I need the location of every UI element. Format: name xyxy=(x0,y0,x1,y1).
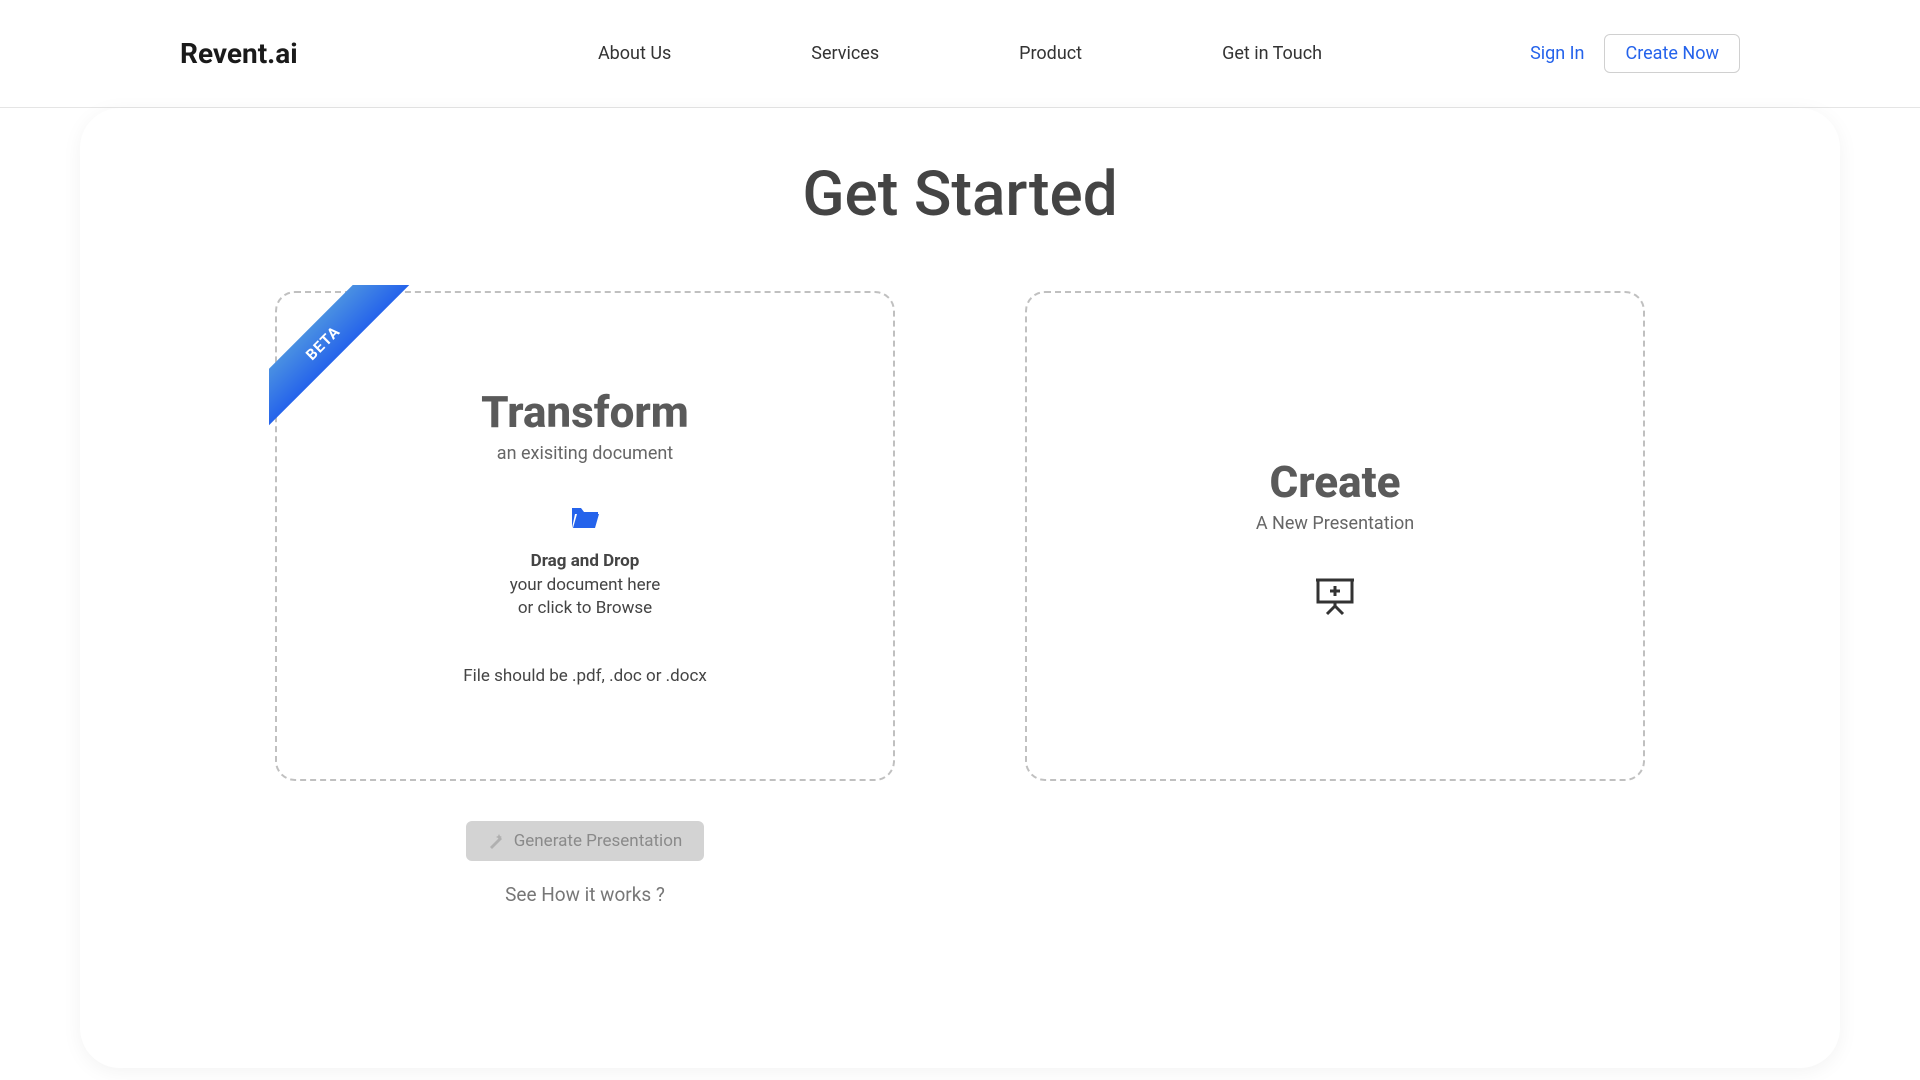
drop-instructions: Drag and Drop your document here or clic… xyxy=(510,550,661,621)
generate-button-label: Generate Presentation xyxy=(514,831,683,851)
folder-open-icon xyxy=(569,504,601,530)
sign-in-link[interactable]: Sign In xyxy=(1530,43,1584,64)
create-title: Create xyxy=(1269,456,1400,508)
header: Revent.ai About Us Services Product Get … xyxy=(0,0,1920,108)
how-it-works-link[interactable]: See How it works ? xyxy=(505,883,665,906)
nav-get-in-touch[interactable]: Get in Touch xyxy=(1222,43,1322,64)
actions-row: Generate Presentation See How it works ? xyxy=(100,781,1820,906)
drop-text-bold: Drag and Drop xyxy=(510,550,661,574)
nav-services[interactable]: Services xyxy=(811,43,879,64)
beta-ribbon: BETA xyxy=(269,285,419,435)
file-format-hint: File should be .pdf, .doc or .docx xyxy=(463,666,707,686)
nav-about-us[interactable]: About Us xyxy=(598,43,671,64)
header-actions: Sign In Create Now xyxy=(1530,34,1740,73)
drop-text-line2: or click to Browse xyxy=(510,597,661,621)
main-panel: Get Started BETA Transform an exisiting … xyxy=(80,108,1840,1068)
transform-actions: Generate Presentation See How it works ? xyxy=(275,821,895,906)
generate-presentation-button[interactable]: Generate Presentation xyxy=(466,821,705,861)
create-actions-spacer xyxy=(1025,781,1645,906)
transform-subtitle: an exisiting document xyxy=(497,443,673,464)
create-now-button[interactable]: Create Now xyxy=(1604,34,1740,73)
transform-card[interactable]: BETA Transform an exisiting document Dra… xyxy=(275,291,895,781)
main-nav: About Us Services Product Get in Touch xyxy=(598,43,1322,64)
transform-title: Transform xyxy=(481,386,689,438)
beta-ribbon-label: BETA xyxy=(269,285,412,432)
create-subtitle: A New Presentation xyxy=(1256,513,1414,534)
presentation-icon xyxy=(1314,574,1356,616)
create-card[interactable]: Create A New Presentation xyxy=(1025,291,1645,781)
nav-product[interactable]: Product xyxy=(1019,43,1082,64)
drop-text-line1: your document here xyxy=(510,574,661,598)
cards-row: BETA Transform an exisiting document Dra… xyxy=(100,291,1820,781)
wand-icon xyxy=(488,833,504,849)
app-logo[interactable]: Revent.ai xyxy=(180,37,298,70)
page-title: Get Started xyxy=(100,158,1820,231)
